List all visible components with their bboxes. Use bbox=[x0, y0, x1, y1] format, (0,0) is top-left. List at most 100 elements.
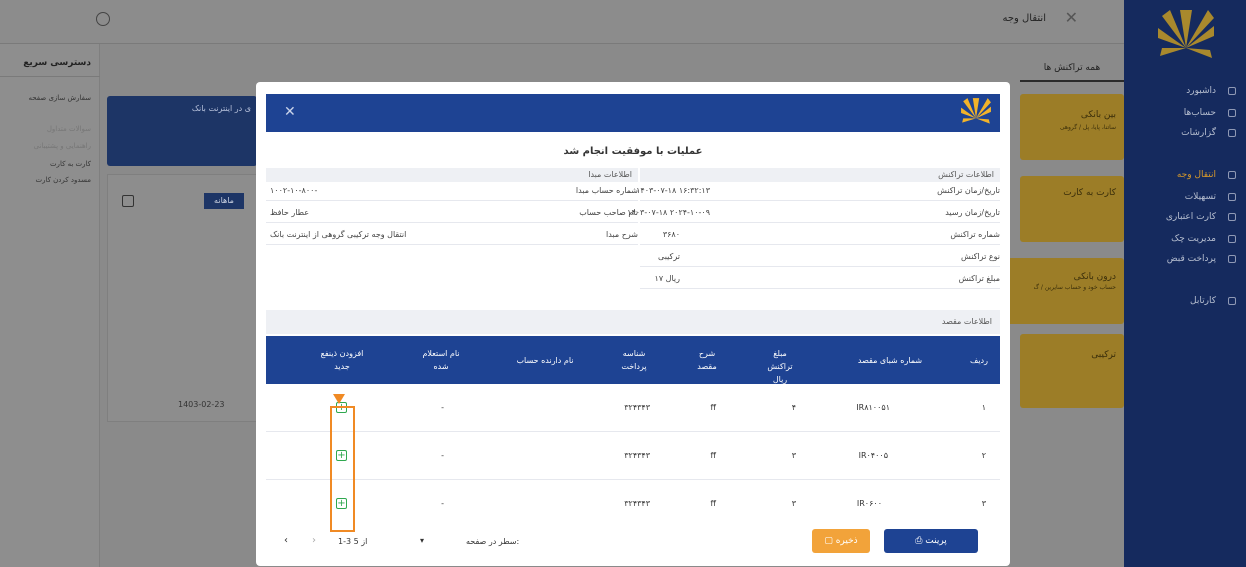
divider bbox=[266, 200, 638, 201]
receipt-modal: ✕ عملیات با موفقیت انجام شد اطلاعات تراک… bbox=[256, 82, 1010, 566]
cartable-icon bbox=[1228, 297, 1236, 305]
transaction-info-header: اطلاعات تراکنش bbox=[640, 168, 1000, 182]
sidebar-item-accounts[interactable]: حساب‌ها bbox=[1184, 108, 1216, 118]
table-row: ۲ IR۰۴۰۰۵ ۳ ff ۳۲۴۳۴۳ - + bbox=[266, 432, 1000, 480]
receipt-datetime-label: تاریخ/زمان رسید bbox=[945, 208, 1000, 217]
rows-per-page-select[interactable]: ▾ bbox=[420, 536, 424, 545]
success-message: عملیات با موفقیت انجام شد bbox=[563, 146, 703, 157]
quick-access-support[interactable]: راهنمایی و پشتیبانی bbox=[34, 142, 91, 150]
sidebar-item-dashboard[interactable]: داشبورد bbox=[1186, 86, 1216, 96]
receipt-datetime-value: ۱۴۰۳-۰۷-۱۸ ۲۰۲۴-۱۰-۰۹ bbox=[627, 208, 710, 217]
row-index: ۲ bbox=[981, 451, 986, 460]
column-header-payment-id: شناسه پرداخت bbox=[621, 349, 647, 371]
modal-footer: ⎙ پرینت ▢ ذخیره سطر در صفحه: ▾ 1-3 از 5 … bbox=[266, 526, 1000, 560]
close-icon[interactable]: ✕ bbox=[1065, 8, 1078, 27]
origin-description-value: انتقال وجه ترکیبی گروهی از اینترنت بانک bbox=[270, 230, 407, 239]
card-card-to-card[interactable]: کارت به کارت bbox=[1020, 176, 1124, 242]
origin-account-value: ۱۰۰۲-۱۰-۸۰۰- bbox=[270, 186, 318, 195]
cheque-icon bbox=[1228, 235, 1236, 243]
row-amount: ۳ bbox=[791, 451, 796, 460]
column-header-amount: مبلغ تراکنش ریال bbox=[767, 349, 793, 384]
prev-page-icon[interactable]: ‹ bbox=[284, 535, 288, 546]
save-icon: ▢ bbox=[824, 536, 836, 546]
save-button-label: ذخیره bbox=[835, 536, 858, 546]
customize-page-link[interactable]: سفارش سازی صفحه bbox=[28, 94, 91, 102]
row-index: ۳ bbox=[981, 499, 986, 508]
save-button[interactable]: ▢ ذخیره bbox=[812, 529, 870, 553]
divider bbox=[640, 266, 1000, 267]
tab-all-transactions[interactable]: همه تراکنش ها bbox=[1020, 54, 1124, 82]
destination-info-header: اطلاعات مقصد bbox=[266, 310, 1000, 334]
divider bbox=[640, 288, 1000, 289]
transfer-icon bbox=[1228, 171, 1236, 179]
sidebar bbox=[1124, 0, 1246, 567]
table-row: ۳ IR۰۶۰۰ ۳ ff ۳۲۴۳۴۳ - + bbox=[266, 480, 1000, 528]
bill-icon bbox=[1228, 255, 1236, 263]
promo-banner[interactable]: ی در اینترنت بانک bbox=[107, 96, 257, 166]
quick-access-card-to-card[interactable]: کارت به کارت bbox=[50, 160, 91, 168]
quick-access-faq[interactable]: سوالات متداول bbox=[47, 125, 91, 133]
card-subtitle: ساتنا، پایا، پل / گروهی bbox=[1059, 124, 1116, 131]
top-bar: انتقال وجه ✕ bbox=[0, 0, 1246, 44]
sidebar-item-bill[interactable]: پرداخت قبض bbox=[1167, 254, 1216, 264]
highlight-arrow-icon bbox=[333, 394, 345, 404]
sidebar-item-cheque[interactable]: مدیریت چک bbox=[1171, 234, 1216, 244]
row-payment-id: ۳۲۴۳۴۳ bbox=[624, 451, 650, 460]
row-iban: IR۰۶۰۰ bbox=[856, 499, 882, 508]
sidebar-item-loans[interactable]: تسهیلات bbox=[1185, 192, 1216, 202]
page-title: انتقال وجه bbox=[1002, 13, 1046, 24]
transaction-type-label: نوع تراکنش bbox=[961, 252, 1000, 261]
modal-header: ✕ bbox=[266, 94, 1000, 132]
quick-access-block-card[interactable]: مسدود کردن کارت bbox=[35, 176, 91, 184]
sidebar-item-reports[interactable]: گزارشات bbox=[1181, 128, 1216, 138]
row-iban: IR۸۱۰۰۵۱ bbox=[856, 403, 890, 412]
chart-date-label: 1403-02-23 bbox=[178, 400, 225, 409]
sidebar-item-credit-card[interactable]: کارت اعتباری bbox=[1166, 212, 1216, 222]
chart-toggle-icon[interactable] bbox=[122, 195, 134, 207]
card-subtitle: حساب خود و حساب سایرین / گ bbox=[1033, 284, 1116, 291]
row-amount: ۴ bbox=[791, 403, 796, 412]
column-header-index: ردیف bbox=[970, 356, 988, 365]
tab-monthly[interactable]: ماهانه bbox=[204, 193, 244, 209]
card-title: درون بانکی bbox=[1073, 272, 1116, 282]
card-title: ترکیبی bbox=[1091, 350, 1116, 360]
bank-logo-icon bbox=[1158, 10, 1214, 58]
destination-table-header: ردیف شماره شبای مقصد مبلغ تراکنش ریال شر… bbox=[266, 336, 1000, 384]
origin-account-label: شماره حساب مبدا bbox=[575, 186, 638, 195]
highlight-box bbox=[330, 406, 355, 532]
row-inquired: - bbox=[441, 499, 444, 508]
divider bbox=[640, 222, 1000, 223]
print-button-label: پرینت bbox=[925, 536, 947, 546]
sidebar-item-cartable[interactable]: کارتابل bbox=[1190, 296, 1216, 306]
divider bbox=[266, 222, 638, 223]
row-inquired: - bbox=[441, 403, 444, 412]
transaction-datetime-value: ۱۴۰۳-۰۷-۱۸ ۱۶:۳۲:۱۳ bbox=[636, 186, 710, 195]
sidebar-item-transfer[interactable]: انتقال وجه bbox=[1177, 170, 1216, 180]
dashboard-icon bbox=[1228, 87, 1236, 95]
account-owner-label: نام صاحب حساب bbox=[579, 208, 638, 217]
card-intrabank[interactable]: درون بانکی حساب خود و حساب سایرین / گ bbox=[1002, 258, 1124, 324]
card-interbank[interactable]: بین بانکی ساتنا، پایا، پل / گروهی bbox=[1020, 94, 1124, 160]
close-icon[interactable]: ✕ bbox=[284, 104, 296, 120]
transaction-amount-label: مبلغ تراکنش bbox=[958, 274, 1000, 283]
chart-panel: ماهانه 1403-02-23 bbox=[107, 174, 257, 422]
credit-card-icon bbox=[1228, 213, 1236, 221]
origin-info-header: اطلاعات مبدا bbox=[266, 168, 638, 182]
loans-icon bbox=[1228, 193, 1236, 201]
promo-banner-text: ی در اینترنت بانک bbox=[191, 104, 251, 113]
card-combined[interactable]: ترکیبی bbox=[1020, 334, 1124, 408]
divider bbox=[640, 200, 1000, 201]
row-inquired: - bbox=[441, 451, 444, 460]
accounts-icon bbox=[1228, 109, 1236, 117]
user-icon[interactable] bbox=[96, 12, 110, 26]
rows-per-page-label: سطر در صفحه: bbox=[466, 537, 520, 546]
row-description: ff bbox=[710, 403, 716, 412]
transaction-amount-value: ۱۷ ریال bbox=[654, 274, 680, 283]
transaction-number-label: شماره تراکنش bbox=[950, 230, 1000, 239]
next-page-icon[interactable]: › bbox=[312, 535, 316, 546]
table-row: ۱ IR۸۱۰۰۵۱ ۴ ff ۳۲۴۳۴۳ - + bbox=[266, 384, 1000, 432]
column-header-add-beneficiary: افزودن ذینفع جدید bbox=[320, 349, 364, 371]
print-button[interactable]: ⎙ پرینت bbox=[884, 529, 978, 553]
origin-description-label: شرح مبدا bbox=[606, 230, 638, 239]
card-title: بین بانکی bbox=[1080, 110, 1116, 120]
